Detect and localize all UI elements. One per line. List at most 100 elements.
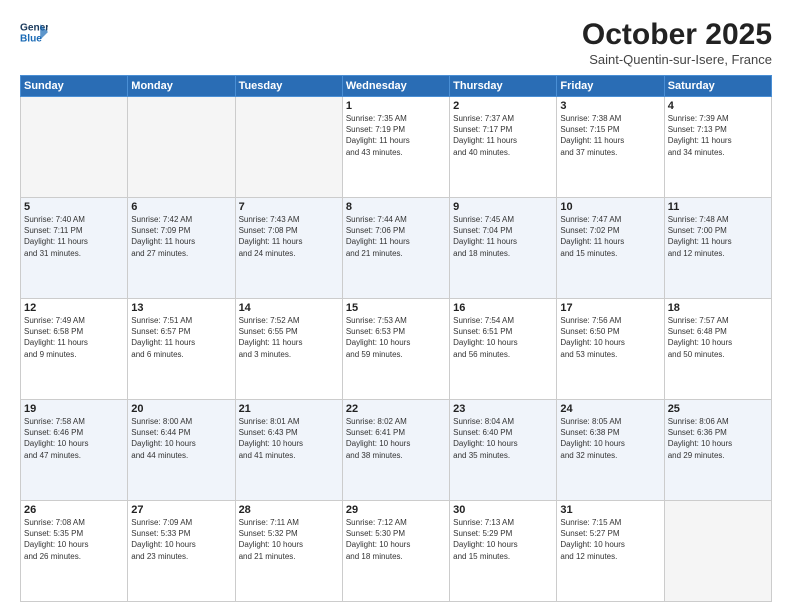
calendar-cell: 29Sunrise: 7:12 AM Sunset: 5:30 PM Dayli… <box>342 501 449 602</box>
day-info: Sunrise: 7:44 AM Sunset: 7:06 PM Dayligh… <box>346 214 446 259</box>
day-number: 31 <box>560 504 660 516</box>
day-number: 4 <box>668 100 768 112</box>
calendar-cell: 20Sunrise: 8:00 AM Sunset: 6:44 PM Dayli… <box>128 400 235 501</box>
calendar-cell: 19Sunrise: 7:58 AM Sunset: 6:46 PM Dayli… <box>21 400 128 501</box>
calendar-cell: 4Sunrise: 7:39 AM Sunset: 7:13 PM Daylig… <box>664 97 771 198</box>
day-info: Sunrise: 7:49 AM Sunset: 6:58 PM Dayligh… <box>24 315 124 360</box>
calendar-cell: 13Sunrise: 7:51 AM Sunset: 6:57 PM Dayli… <box>128 299 235 400</box>
calendar-cell <box>21 97 128 198</box>
day-info: Sunrise: 8:05 AM Sunset: 6:38 PM Dayligh… <box>560 416 660 461</box>
day-number: 20 <box>131 403 231 415</box>
calendar-cell: 28Sunrise: 7:11 AM Sunset: 5:32 PM Dayli… <box>235 501 342 602</box>
calendar-cell: 7Sunrise: 7:43 AM Sunset: 7:08 PM Daylig… <box>235 198 342 299</box>
header-row: SundayMondayTuesdayWednesdayThursdayFrid… <box>21 76 772 97</box>
svg-text:Blue: Blue <box>20 33 42 44</box>
calendar-cell: 30Sunrise: 7:13 AM Sunset: 5:29 PM Dayli… <box>450 501 557 602</box>
calendar-cell: 10Sunrise: 7:47 AM Sunset: 7:02 PM Dayli… <box>557 198 664 299</box>
day-info: Sunrise: 8:04 AM Sunset: 6:40 PM Dayligh… <box>453 416 553 461</box>
day-number: 3 <box>560 100 660 112</box>
day-number: 24 <box>560 403 660 415</box>
calendar-cell: 6Sunrise: 7:42 AM Sunset: 7:09 PM Daylig… <box>128 198 235 299</box>
calendar-cell: 3Sunrise: 7:38 AM Sunset: 7:15 PM Daylig… <box>557 97 664 198</box>
calendar-cell: 21Sunrise: 8:01 AM Sunset: 6:43 PM Dayli… <box>235 400 342 501</box>
day-number: 7 <box>239 201 339 213</box>
day-info: Sunrise: 7:38 AM Sunset: 7:15 PM Dayligh… <box>560 113 660 158</box>
location: Saint-Quentin-sur-Isere, France <box>582 52 772 67</box>
day-number: 18 <box>668 302 768 314</box>
day-number: 1 <box>346 100 446 112</box>
day-info: Sunrise: 7:35 AM Sunset: 7:19 PM Dayligh… <box>346 113 446 158</box>
col-header-thursday: Thursday <box>450 76 557 97</box>
day-info: Sunrise: 8:06 AM Sunset: 6:36 PM Dayligh… <box>668 416 768 461</box>
day-info: Sunrise: 7:39 AM Sunset: 7:13 PM Dayligh… <box>668 113 768 158</box>
day-info: Sunrise: 8:02 AM Sunset: 6:41 PM Dayligh… <box>346 416 446 461</box>
week-row-0: 1Sunrise: 7:35 AM Sunset: 7:19 PM Daylig… <box>21 97 772 198</box>
day-number: 8 <box>346 201 446 213</box>
day-info: Sunrise: 7:37 AM Sunset: 7:17 PM Dayligh… <box>453 113 553 158</box>
calendar-cell: 18Sunrise: 7:57 AM Sunset: 6:48 PM Dayli… <box>664 299 771 400</box>
logo-icon: General Blue <box>20 18 48 46</box>
calendar-cell: 1Sunrise: 7:35 AM Sunset: 7:19 PM Daylig… <box>342 97 449 198</box>
calendar-cell: 22Sunrise: 8:02 AM Sunset: 6:41 PM Dayli… <box>342 400 449 501</box>
calendar-cell <box>128 97 235 198</box>
day-number: 21 <box>239 403 339 415</box>
day-info: Sunrise: 7:58 AM Sunset: 6:46 PM Dayligh… <box>24 416 124 461</box>
col-header-saturday: Saturday <box>664 76 771 97</box>
calendar-cell: 14Sunrise: 7:52 AM Sunset: 6:55 PM Dayli… <box>235 299 342 400</box>
day-info: Sunrise: 7:54 AM Sunset: 6:51 PM Dayligh… <box>453 315 553 360</box>
title-block: October 2025 Saint-Quentin-sur-Isere, Fr… <box>582 18 772 67</box>
day-number: 23 <box>453 403 553 415</box>
day-number: 14 <box>239 302 339 314</box>
day-number: 27 <box>131 504 231 516</box>
day-number: 12 <box>24 302 124 314</box>
day-info: Sunrise: 7:40 AM Sunset: 7:11 PM Dayligh… <box>24 214 124 259</box>
day-number: 22 <box>346 403 446 415</box>
day-number: 11 <box>668 201 768 213</box>
day-info: Sunrise: 7:47 AM Sunset: 7:02 PM Dayligh… <box>560 214 660 259</box>
month-title: October 2025 <box>582 18 772 52</box>
day-info: Sunrise: 7:12 AM Sunset: 5:30 PM Dayligh… <box>346 517 446 562</box>
day-info: Sunrise: 8:00 AM Sunset: 6:44 PM Dayligh… <box>131 416 231 461</box>
day-info: Sunrise: 7:11 AM Sunset: 5:32 PM Dayligh… <box>239 517 339 562</box>
day-number: 19 <box>24 403 124 415</box>
day-info: Sunrise: 7:08 AM Sunset: 5:35 PM Dayligh… <box>24 517 124 562</box>
day-info: Sunrise: 7:45 AM Sunset: 7:04 PM Dayligh… <box>453 214 553 259</box>
day-number: 10 <box>560 201 660 213</box>
col-header-sunday: Sunday <box>21 76 128 97</box>
day-number: 5 <box>24 201 124 213</box>
day-number: 29 <box>346 504 446 516</box>
week-row-4: 26Sunrise: 7:08 AM Sunset: 5:35 PM Dayli… <box>21 501 772 602</box>
week-row-1: 5Sunrise: 7:40 AM Sunset: 7:11 PM Daylig… <box>21 198 772 299</box>
calendar-cell: 15Sunrise: 7:53 AM Sunset: 6:53 PM Dayli… <box>342 299 449 400</box>
day-number: 30 <box>453 504 553 516</box>
calendar-cell: 31Sunrise: 7:15 AM Sunset: 5:27 PM Dayli… <box>557 501 664 602</box>
calendar-cell: 17Sunrise: 7:56 AM Sunset: 6:50 PM Dayli… <box>557 299 664 400</box>
day-info: Sunrise: 7:43 AM Sunset: 7:08 PM Dayligh… <box>239 214 339 259</box>
week-row-3: 19Sunrise: 7:58 AM Sunset: 6:46 PM Dayli… <box>21 400 772 501</box>
calendar-cell: 11Sunrise: 7:48 AM Sunset: 7:00 PM Dayli… <box>664 198 771 299</box>
day-number: 25 <box>668 403 768 415</box>
calendar-table: SundayMondayTuesdayWednesdayThursdayFrid… <box>20 75 772 602</box>
day-number: 6 <box>131 201 231 213</box>
calendar-cell: 23Sunrise: 8:04 AM Sunset: 6:40 PM Dayli… <box>450 400 557 501</box>
day-number: 9 <box>453 201 553 213</box>
day-number: 13 <box>131 302 231 314</box>
day-info: Sunrise: 7:48 AM Sunset: 7:00 PM Dayligh… <box>668 214 768 259</box>
calendar-cell: 12Sunrise: 7:49 AM Sunset: 6:58 PM Dayli… <box>21 299 128 400</box>
week-row-2: 12Sunrise: 7:49 AM Sunset: 6:58 PM Dayli… <box>21 299 772 400</box>
col-header-monday: Monday <box>128 76 235 97</box>
calendar-cell: 5Sunrise: 7:40 AM Sunset: 7:11 PM Daylig… <box>21 198 128 299</box>
calendar-cell: 8Sunrise: 7:44 AM Sunset: 7:06 PM Daylig… <box>342 198 449 299</box>
day-info: Sunrise: 7:53 AM Sunset: 6:53 PM Dayligh… <box>346 315 446 360</box>
col-header-tuesday: Tuesday <box>235 76 342 97</box>
day-info: Sunrise: 7:51 AM Sunset: 6:57 PM Dayligh… <box>131 315 231 360</box>
calendar-cell: 25Sunrise: 8:06 AM Sunset: 6:36 PM Dayli… <box>664 400 771 501</box>
logo: General Blue <box>20 18 48 46</box>
col-header-friday: Friday <box>557 76 664 97</box>
day-info: Sunrise: 8:01 AM Sunset: 6:43 PM Dayligh… <box>239 416 339 461</box>
calendar-cell: 24Sunrise: 8:05 AM Sunset: 6:38 PM Dayli… <box>557 400 664 501</box>
day-info: Sunrise: 7:15 AM Sunset: 5:27 PM Dayligh… <box>560 517 660 562</box>
day-number: 16 <box>453 302 553 314</box>
col-header-wednesday: Wednesday <box>342 76 449 97</box>
calendar-cell: 27Sunrise: 7:09 AM Sunset: 5:33 PM Dayli… <box>128 501 235 602</box>
